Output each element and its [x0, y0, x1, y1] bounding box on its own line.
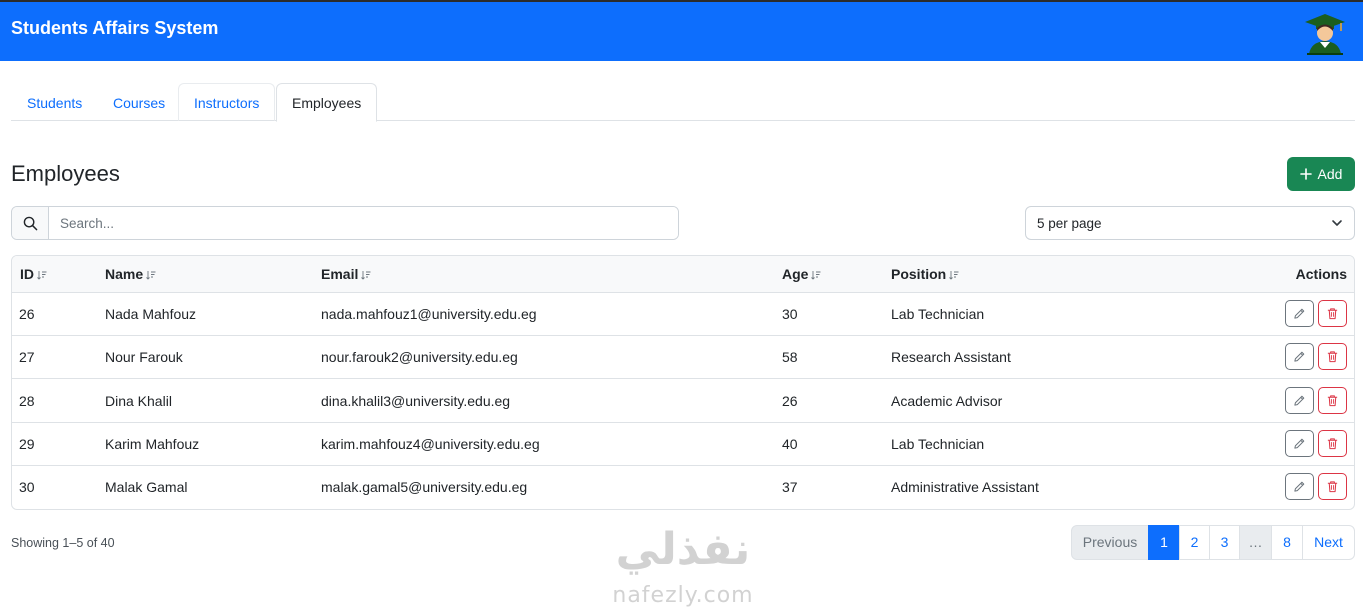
table-row: 29 Karim Mahfouz karim.mahfouz4@universi… — [12, 423, 1354, 466]
cell-position: Lab Technician — [891, 306, 985, 322]
watermark-latin: nafezly.com — [612, 583, 754, 608]
cell-age: 26 — [782, 393, 798, 409]
cell-position: Research Assistant — [891, 349, 1011, 365]
table-header: ID Name Email Age Position Actions — [12, 256, 1354, 293]
page-title: Employees — [11, 161, 120, 186]
delete-button[interactable] — [1318, 300, 1347, 327]
column-header-age[interactable]: Age — [782, 256, 821, 293]
table-row: 28 Dina Khalil dina.khalil3@university.e… — [12, 380, 1354, 423]
column-header-actions: Actions — [1295, 266, 1347, 282]
cell-name: Karim Mahfouz — [105, 436, 200, 452]
cell-email: karim.mahfouz4@university.edu.eg — [321, 436, 540, 452]
cell-name: Nour Farouk — [105, 349, 183, 365]
trash-icon — [1327, 351, 1338, 363]
pencil-icon — [1294, 438, 1305, 449]
cell-email: malak.gamal5@university.edu.eg — [321, 479, 528, 495]
search-addon — [12, 207, 49, 239]
cell-age: 30 — [782, 306, 798, 322]
cell-age: 37 — [782, 479, 798, 495]
cell-name: Nada Mahfouz — [105, 306, 197, 322]
employees-table: ID Name Email Age Position Actions 26 Na… — [11, 255, 1355, 510]
watermark-arabic: نفذلي — [615, 524, 751, 575]
sort-icon — [361, 270, 371, 280]
search-icon — [23, 216, 37, 230]
cell-id: 27 — [19, 349, 35, 365]
table-row: 26 Nada Mahfouz nada.mahfouz1@university… — [12, 293, 1354, 336]
cell-age: 40 — [782, 436, 798, 452]
pencil-icon — [1294, 351, 1305, 362]
showing-count: Showing 1–5 of 40 — [11, 536, 115, 550]
per-page-value: 5 per page — [1037, 215, 1102, 231]
cell-id: 30 — [19, 479, 35, 495]
app-title[interactable]: Students Affairs System — [11, 18, 218, 39]
page-8-button[interactable]: 8 — [1271, 525, 1303, 560]
cell-email: nour.farouk2@university.edu.eg — [321, 349, 518, 365]
delete-button[interactable] — [1318, 430, 1347, 457]
cell-name: Malak Gamal — [105, 479, 188, 495]
trash-icon — [1327, 308, 1338, 320]
table-row: 30 Malak Gamal malak.gamal5@university.e… — [12, 466, 1354, 509]
add-button[interactable]: Add — [1287, 157, 1355, 191]
tab-employees[interactable]: Employees — [276, 83, 378, 122]
trash-icon — [1327, 438, 1338, 450]
search-group — [11, 206, 679, 240]
page-3-button[interactable]: 3 — [1209, 525, 1240, 560]
tab-students[interactable]: Students — [11, 83, 98, 121]
cell-id: 29 — [19, 436, 35, 452]
page-2-button[interactable]: 2 — [1179, 525, 1210, 560]
cell-email: dina.khalil3@university.edu.eg — [321, 393, 511, 409]
search-input[interactable] — [49, 207, 678, 239]
table-row: 27 Nour Farouk nour.farouk2@university.e… — [12, 336, 1354, 379]
next-page-button[interactable]: Next — [1302, 525, 1355, 560]
chevron-down-icon — [1332, 220, 1342, 226]
cell-position: Academic Advisor — [891, 393, 1003, 409]
tab-courses[interactable]: Courses — [97, 83, 181, 121]
pencil-icon — [1294, 395, 1305, 406]
column-header-id[interactable]: ID — [20, 256, 47, 293]
cell-id: 26 — [19, 306, 35, 322]
edit-button[interactable] — [1285, 473, 1314, 500]
delete-button[interactable] — [1318, 473, 1347, 500]
cell-id: 28 — [19, 393, 35, 409]
navbar: Students Affairs System — [0, 0, 1363, 61]
page-ellipsis: … — [1239, 525, 1272, 560]
nav-tabs: Students Courses Instructors Employees — [11, 83, 1355, 122]
edit-button[interactable] — [1285, 387, 1314, 414]
cell-position: Lab Technician — [891, 436, 985, 452]
column-header-email[interactable]: Email — [321, 256, 371, 293]
sort-icon — [811, 270, 821, 280]
column-header-position[interactable]: Position — [891, 256, 959, 293]
edit-button[interactable] — [1285, 430, 1314, 457]
add-button-label: Add — [1317, 166, 1343, 182]
cell-name: Dina Khalil — [105, 393, 172, 409]
previous-page-button[interactable]: Previous — [1071, 525, 1149, 560]
pencil-icon — [1294, 481, 1305, 492]
cell-age: 58 — [782, 349, 798, 365]
delete-button[interactable] — [1318, 343, 1347, 370]
sort-icon — [146, 270, 156, 280]
pencil-icon — [1294, 308, 1305, 319]
page-1-button[interactable]: 1 — [1148, 525, 1180, 560]
edit-button[interactable] — [1285, 300, 1314, 327]
cell-position: Administrative Assistant — [891, 479, 1039, 495]
plus-icon — [1299, 168, 1312, 180]
trash-icon — [1327, 395, 1338, 407]
watermark: نفذلي nafezly.com — [598, 523, 768, 613]
trash-icon — [1327, 481, 1338, 493]
sort-icon — [949, 270, 959, 280]
graduate-avatar-icon[interactable] — [1303, 12, 1347, 56]
column-header-name[interactable]: Name — [105, 256, 156, 293]
cell-email: nada.mahfouz1@university.edu.eg — [321, 306, 537, 322]
per-page-select[interactable]: 5 per page — [1025, 206, 1355, 240]
sort-icon — [37, 270, 47, 280]
delete-button[interactable] — [1318, 387, 1347, 414]
edit-button[interactable] — [1285, 343, 1314, 370]
pagination: Previous 1 2 3 … 8 Next — [1071, 525, 1355, 560]
tab-instructors[interactable]: Instructors — [178, 83, 276, 121]
